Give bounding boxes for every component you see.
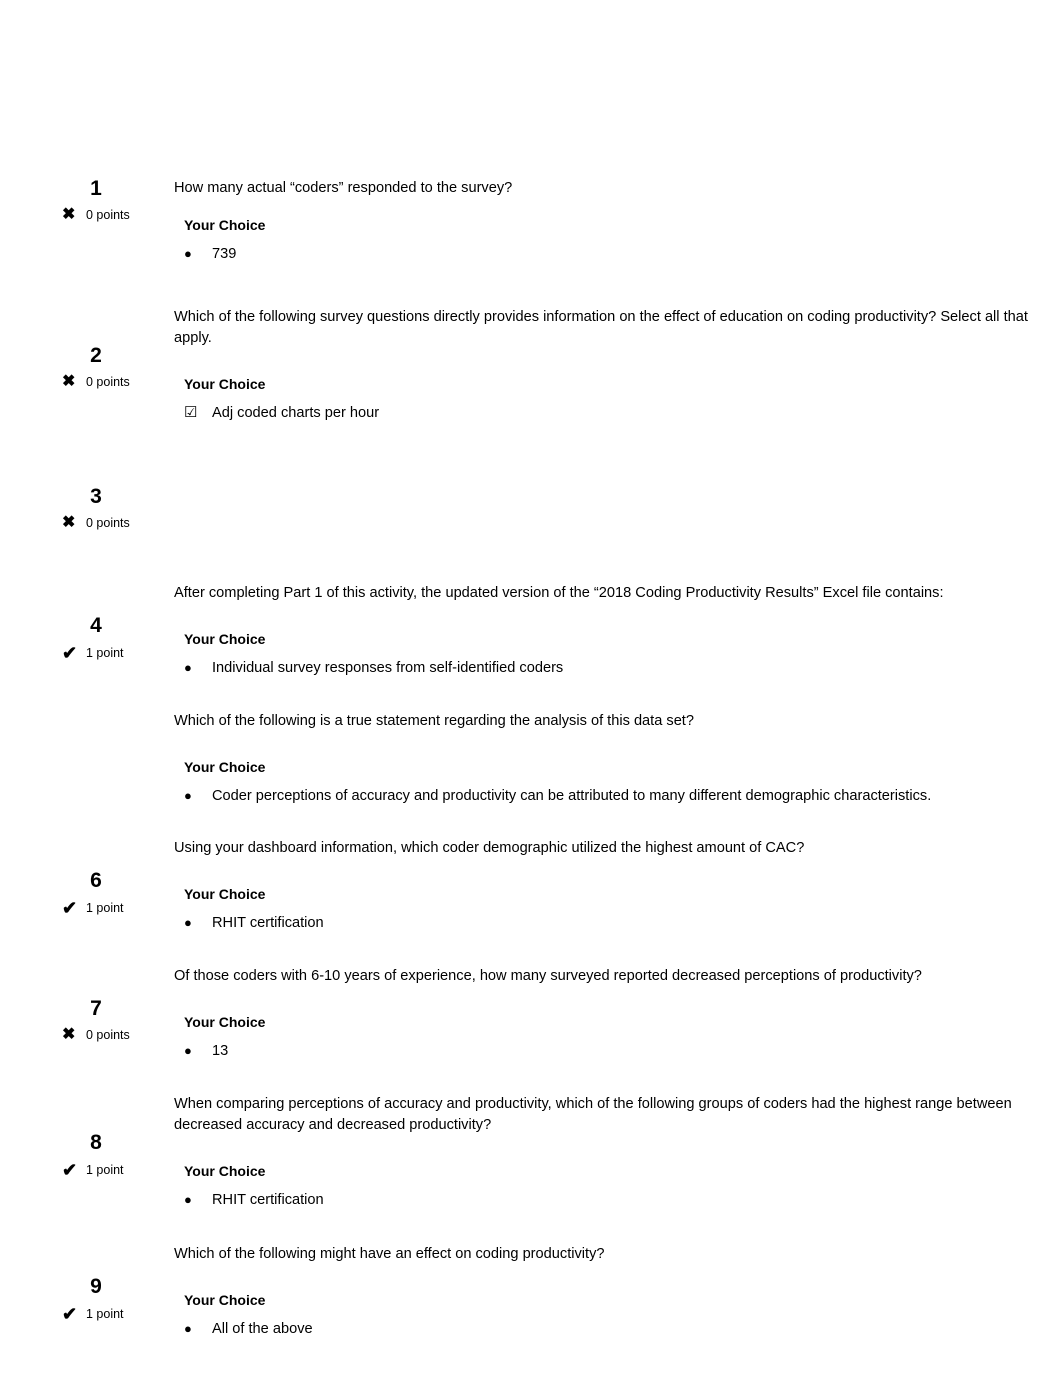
question-text: When comparing perceptions of accuracy a… bbox=[174, 1096, 1012, 1133]
question-gutter: 9 ✔ 1 point bbox=[0, 1276, 160, 1323]
question-gutter: 7 ✖ 0 points bbox=[0, 998, 160, 1043]
question-gutter: 8 ✔ 1 point bbox=[0, 1132, 160, 1179]
question-score: ✖ 0 points bbox=[0, 207, 160, 223]
cross-mark-icon: ✖ bbox=[62, 206, 76, 223]
question-score: ✔ 1 point bbox=[0, 899, 160, 917]
question-text: Of those coders with 6-10 years of exper… bbox=[174, 968, 922, 984]
your-choice-heading: Your Choice bbox=[184, 217, 266, 233]
question-content: Which of the following survey questions … bbox=[174, 307, 1046, 423]
question-content: Which of the following is a true stateme… bbox=[174, 711, 1046, 806]
question-score: ✖ 0 points bbox=[0, 515, 160, 531]
question-gutter: 3 ✖ 0 points bbox=[0, 486, 160, 531]
radio-selected-icon: ● bbox=[184, 1192, 192, 1207]
cross-mark-icon: ✖ bbox=[62, 1026, 76, 1043]
question-number: 6 bbox=[90, 869, 102, 892]
answer-choice-text: Adj coded charts per hour bbox=[212, 405, 380, 421]
radio-selected-icon: ● bbox=[184, 1043, 192, 1058]
answer-choice-row: ● RHIT certification bbox=[184, 913, 1046, 933]
question-content: After completing Part 1 of this activity… bbox=[174, 583, 1046, 678]
your-choice-heading: Your Choice bbox=[184, 886, 266, 902]
question-content: Which of the following might have an eff… bbox=[174, 1244, 1046, 1339]
answer-choice-text: RHIT certification bbox=[212, 915, 324, 931]
question-text: Which of the following survey questions … bbox=[174, 309, 1028, 346]
points-label: 0 points bbox=[86, 515, 130, 530]
answer-choice-row: ● Coder perceptions of accuracy and prod… bbox=[184, 786, 1046, 806]
question-number: 7 bbox=[90, 997, 102, 1020]
question-score: ✔ 1 point bbox=[0, 1305, 160, 1323]
question-content: How many actual “coders” responded to th… bbox=[174, 178, 1046, 264]
your-choice-heading: Your Choice bbox=[184, 759, 266, 775]
question-text: After completing Part 1 of this activity… bbox=[174, 585, 944, 601]
check-mark-icon: ✔ bbox=[62, 643, 78, 663]
points-label: 1 point bbox=[86, 645, 124, 660]
answer-choice-row: ● Individual survey responses from self-… bbox=[184, 658, 1046, 678]
radio-selected-icon: ● bbox=[184, 1321, 192, 1336]
radio-selected-icon: ● bbox=[184, 246, 192, 261]
question-number: 2 bbox=[90, 344, 102, 367]
radio-selected-icon: ● bbox=[184, 788, 192, 803]
your-choice-heading: Your Choice bbox=[184, 1292, 266, 1308]
answer-choice-text: 739 bbox=[212, 246, 237, 262]
question-text: Using your dashboard information, which … bbox=[174, 840, 805, 856]
answer-choice-text: Coder perceptions of accuracy and produc… bbox=[212, 788, 932, 804]
question-number: 9 bbox=[90, 1275, 102, 1298]
your-choice-heading: Your Choice bbox=[184, 631, 266, 647]
question-content: When comparing perceptions of accuracy a… bbox=[174, 1094, 1032, 1210]
question-score: ✖ 0 points bbox=[0, 374, 160, 390]
question-content: Using your dashboard information, which … bbox=[174, 838, 1046, 933]
answer-choice-text: 13 bbox=[212, 1043, 229, 1059]
question-gutter: 4 ✔ 1 point bbox=[0, 615, 160, 662]
question-gutter: 1 ✖ 0 points bbox=[0, 178, 160, 223]
answer-choice-row: ☑ Adj coded charts per hour bbox=[184, 403, 1046, 423]
question-score: ✔ 1 point bbox=[0, 1161, 160, 1179]
question-number: 3 bbox=[90, 485, 102, 508]
answer-choice-row: ● 13 bbox=[184, 1041, 1046, 1061]
checkbox-checked-icon: ☑ bbox=[184, 404, 198, 421]
question-gutter: 2 ✖ 0 points bbox=[0, 345, 160, 390]
question-text: Which of the following might have an eff… bbox=[174, 1246, 605, 1262]
question-number: 1 bbox=[90, 177, 102, 200]
quiz-results-page: 1 ✖ 0 points How many actual “coders” re… bbox=[0, 0, 1062, 1377]
answer-choice-row: ● 739 bbox=[184, 244, 1046, 264]
question-text: How many actual “coders” responded to th… bbox=[174, 180, 513, 196]
cross-mark-icon: ✖ bbox=[62, 373, 76, 390]
question-score: ✖ 0 points bbox=[0, 1027, 160, 1043]
question-score: ✔ 1 point bbox=[0, 644, 160, 662]
points-label: 0 points bbox=[86, 1027, 130, 1042]
answer-choice-text: All of the above bbox=[212, 1321, 313, 1337]
check-mark-icon: ✔ bbox=[62, 898, 78, 918]
check-mark-icon: ✔ bbox=[62, 1160, 78, 1180]
answer-choice-row: ● RHIT certification bbox=[184, 1190, 1032, 1210]
question-content: Of those coders with 6-10 years of exper… bbox=[174, 966, 1046, 1061]
answer-choice-text: RHIT certification bbox=[212, 1192, 324, 1208]
your-choice-heading: Your Choice bbox=[184, 376, 266, 392]
question-number: 4 bbox=[90, 614, 102, 637]
check-mark-icon: ✔ bbox=[62, 1304, 78, 1324]
answer-choice-text: Individual survey responses from self-id… bbox=[212, 660, 564, 676]
question-gutter: 6 ✔ 1 point bbox=[0, 870, 160, 917]
points-label: 0 points bbox=[86, 374, 130, 389]
points-label: 1 point bbox=[86, 1162, 124, 1177]
radio-selected-icon: ● bbox=[184, 660, 192, 675]
points-label: 0 points bbox=[86, 207, 130, 222]
question-number: 8 bbox=[90, 1131, 102, 1154]
answer-choice-row: ● All of the above bbox=[184, 1319, 1046, 1339]
points-label: 1 point bbox=[86, 1306, 124, 1321]
cross-mark-icon: ✖ bbox=[62, 514, 76, 531]
your-choice-heading: Your Choice bbox=[184, 1163, 266, 1179]
your-choice-heading: Your Choice bbox=[184, 1014, 266, 1030]
points-label: 1 point bbox=[86, 900, 124, 915]
radio-selected-icon: ● bbox=[184, 915, 192, 930]
question-text: Which of the following is a true stateme… bbox=[174, 713, 694, 729]
